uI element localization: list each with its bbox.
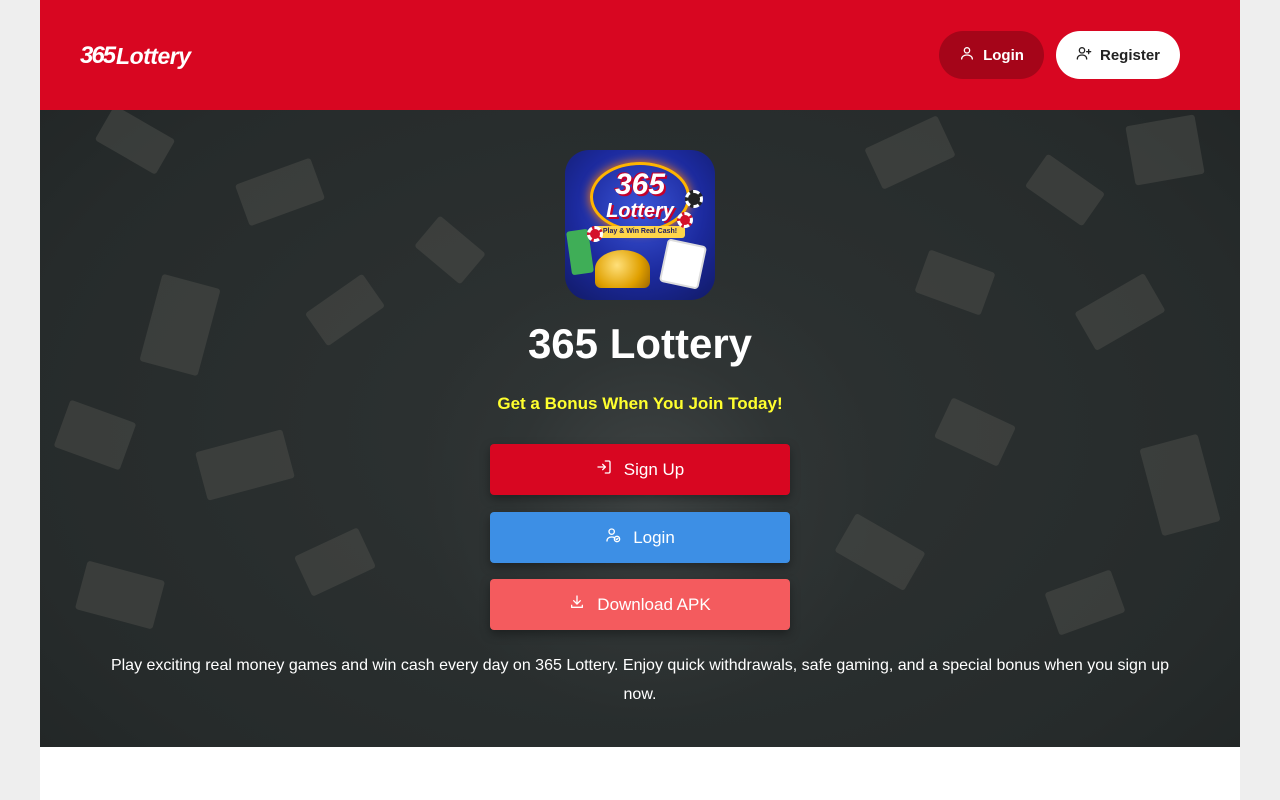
- site-logo[interactable]: 365 Lottery: [80, 40, 191, 72]
- user-check-icon: [605, 527, 621, 548]
- poker-chip-icon: [677, 212, 693, 228]
- page: 365 Lottery Login Register 365 Lottery P…: [40, 0, 1240, 800]
- sign-up-label: Sign Up: [623, 459, 685, 479]
- banknote-decoration: [914, 249, 996, 316]
- sign-in-icon: [596, 459, 612, 480]
- download-icon: [569, 594, 585, 615]
- sign-up-button[interactable]: Sign Up: [490, 444, 790, 495]
- login-button[interactable]: Login: [490, 512, 790, 563]
- playing-cards-icon: [658, 238, 708, 290]
- banknote-decoration: [234, 157, 326, 227]
- poker-chip-icon: [587, 226, 603, 242]
- hero-section: 365 Lottery Play & Win Real Cash! 365 Lo…: [40, 110, 1240, 747]
- download-apk-label: Download APK: [597, 594, 711, 614]
- banknote-decoration: [74, 560, 166, 630]
- banknote-decoration: [293, 527, 377, 597]
- login-label: Login: [633, 527, 675, 547]
- logo-number: 365: [80, 42, 116, 69]
- download-apk-button[interactable]: Download APK: [490, 579, 790, 630]
- app-icon: 365 Lottery Play & Win Real Cash!: [565, 150, 715, 300]
- header-register-label: Register: [1099, 46, 1161, 64]
- app-icon-banner: Play & Win Real Cash!: [595, 226, 685, 238]
- poker-chip-icon: [685, 190, 703, 208]
- banknote-decoration: [1139, 433, 1221, 537]
- hero-description: Play exciting real money games and win c…: [110, 657, 1170, 703]
- banknote-decoration: [1044, 569, 1126, 636]
- site-header: 365 Lottery Login Register: [40, 0, 1240, 110]
- user-icon: [959, 45, 975, 65]
- header-login-button[interactable]: Login: [939, 31, 1044, 79]
- page-title: 365 Lottery: [527, 320, 753, 367]
- banknote-decoration: [1125, 114, 1205, 186]
- header-register-button[interactable]: Register: [1056, 31, 1180, 79]
- banknote-decoration: [1024, 153, 1106, 227]
- banknote-decoration: [864, 115, 956, 190]
- banknote-decoration: [834, 512, 926, 592]
- bonus-subtitle: Get a Bonus When You Join Today!: [497, 394, 783, 413]
- coins-icon: [595, 250, 650, 288]
- banknote-decoration: [94, 110, 176, 175]
- header-login-label: Login: [983, 46, 1024, 64]
- logo-word: Lottery: [116, 42, 191, 69]
- user-plus-icon: [1076, 45, 1092, 65]
- banknote-decoration: [195, 429, 295, 501]
- banknote-decoration: [414, 215, 486, 285]
